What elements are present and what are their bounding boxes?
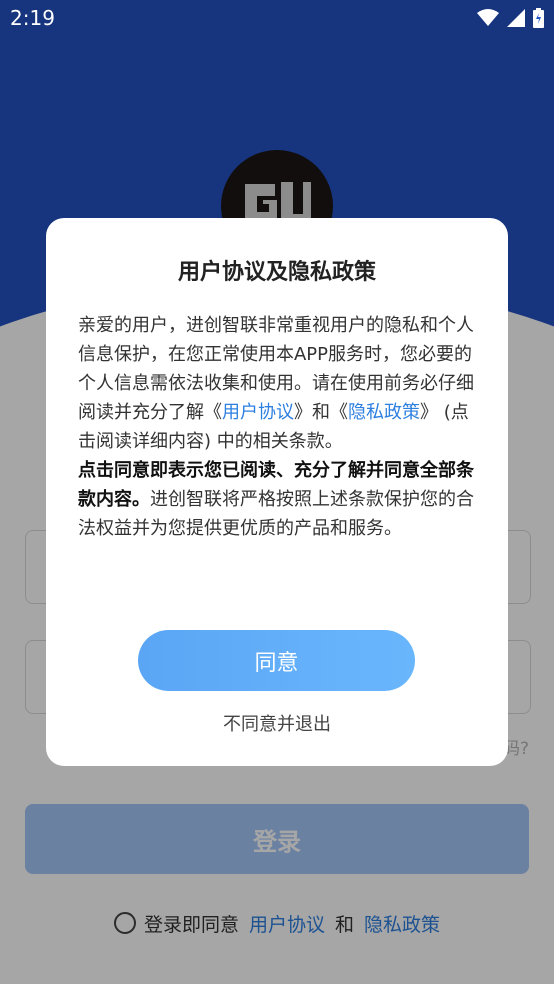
status-time: 2:19: [10, 6, 55, 30]
agree-button[interactable]: 同意: [138, 630, 415, 691]
dialog-body: 亲爱的用户，进创智联非常重视用户的隐私和个人信息保护，在您正常使用本APP服务时…: [78, 311, 480, 543]
dialog-privacy-link[interactable]: 隐私政策: [348, 402, 420, 423]
login-screen: 2:19 码? 登录 登录即同意 用户协议 和 隐私政策 用户协议及隐私政策 亲…: [0, 0, 554, 984]
disagree-exit-button[interactable]: 不同意并退出: [46, 710, 508, 736]
wifi-icon: [477, 9, 499, 31]
signal-icon: [507, 9, 525, 31]
status-icons: [477, 8, 544, 32]
privacy-dialog: 用户协议及隐私政策 亲爱的用户，进创智联非常重视用户的隐私和个人信息保护，在您正…: [46, 218, 508, 766]
dialog-title: 用户协议及隐私政策: [177, 260, 376, 285]
status-bar: 2:19: [0, 0, 554, 38]
dialog-terms-link[interactable]: 用户协议: [222, 402, 294, 423]
battery-icon: [533, 8, 544, 32]
dialog-text-2: 》和《: [294, 402, 348, 423]
